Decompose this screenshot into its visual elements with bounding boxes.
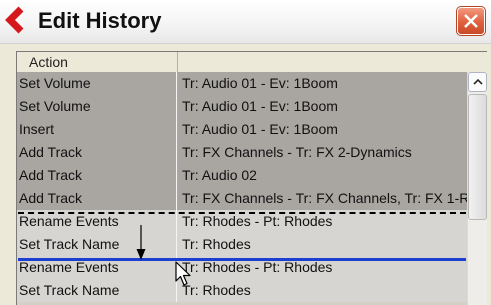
history-row[interactable]: Insert Tr: Audio 01 - Ev: 1Boom — [17, 118, 467, 141]
history-row-description: Tr: Audio 01 - Ev: 1Boom — [182, 121, 338, 137]
history-rows: Set Volume Tr: Audio 01 - Ev: 1Boom Set Vo… — [17, 72, 467, 305]
vertical-scrollbar[interactable] — [467, 72, 487, 305]
history-row-description: Tr: FX Channels - Tr: FX 2-Dynamics — [182, 144, 412, 160]
history-row-action: Add Track — [17, 141, 177, 164]
down-arrow-icon — [136, 225, 146, 260]
history-row-description: Tr: Audio 02 — [182, 167, 257, 183]
history-row[interactable]: Add Track Tr: FX Channels - Tr: FX Channe… — [17, 187, 467, 210]
history-row-action: Add Track — [17, 164, 177, 187]
history-row-description: Tr: Rhodes — [182, 282, 251, 298]
history-list: Action Set Volume Tr: Audio 01 - Ev: 1Boo… — [16, 51, 487, 305]
history-row-description: Tr: Audio 01 - Ev: 1Boom — [182, 98, 338, 114]
window-title: Edit History — [38, 8, 162, 33]
history-row-description: Tr: Rhodes — [182, 236, 251, 252]
scroll-up-arrow-icon — [473, 79, 483, 85]
title-bar[interactable]: Edit History — [0, 0, 491, 44]
scroll-thumb[interactable] — [468, 94, 487, 220]
action-column-header[interactable]: Action — [17, 52, 178, 72]
history-row-action: Set Volume — [17, 72, 177, 95]
edit-history-window: Edit History Action Set Volume Tr: Audio … — [0, 0, 491, 305]
close-button[interactable] — [456, 6, 486, 36]
dashed-separator-line — [18, 212, 466, 214]
history-row-action: Set Volume — [17, 95, 177, 118]
history-row[interactable]: Set Track Name Tr: Rhodes — [17, 233, 467, 256]
column-header: Action — [17, 52, 487, 73]
history-row-action: Set Track Name — [17, 233, 177, 256]
history-row-description: Tr: FX Channels - Tr: FX Channels, Tr: F… — [182, 190, 467, 206]
close-icon — [464, 14, 478, 28]
mouse-pointer-icon — [175, 261, 191, 286]
history-row[interactable]: Add Track Tr: Audio 02 — [17, 164, 467, 187]
history-row-action: Add Track — [17, 187, 177, 210]
history-row[interactable]: Add Track Tr: FX Channels - Tr: FX 2-Dyna… — [17, 141, 467, 164]
history-row-action: Insert — [17, 118, 177, 141]
history-row-action: Set Track Name — [17, 279, 177, 302]
history-row[interactable]: Set Volume Tr: Audio 01 - Ev: 1Boom — [17, 72, 467, 95]
scroll-up-button[interactable] — [468, 72, 487, 92]
steinberg-logo-icon — [5, 6, 24, 34]
history-row[interactable]: Set Track Name Tr: Rhodes — [17, 279, 467, 302]
undo-position-marker[interactable] — [18, 258, 466, 261]
description-column-header[interactable] — [178, 52, 487, 72]
history-row[interactable]: Set Volume Tr: Audio 01 - Ev: 1Boom — [17, 95, 467, 118]
history-row-description: Tr: Audio 01 - Ev: 1Boom — [182, 75, 338, 91]
